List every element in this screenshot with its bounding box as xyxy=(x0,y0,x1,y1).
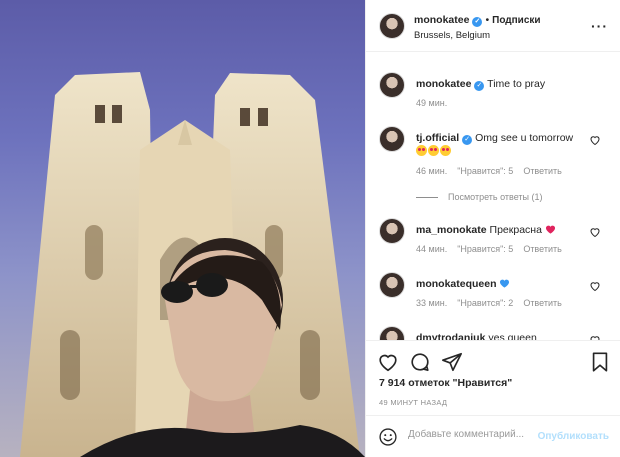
avatar[interactable] xyxy=(379,326,405,340)
cathedral-photo xyxy=(20,72,365,457)
emoji-smile-icon[interactable] xyxy=(378,427,398,447)
like-heart-icon[interactable] xyxy=(589,134,601,146)
comment-username[interactable]: dmytrodaniuk xyxy=(416,332,485,340)
verified-badge-icon: ✓ xyxy=(474,81,485,91)
separator-dot: • xyxy=(485,14,490,26)
comment-body: Omg see u tomorrow xyxy=(475,132,574,144)
instagram-post: monokatee ✓ • Подписки Brussels, Belgium ··… xyxy=(0,0,620,457)
post-timestamp[interactable]: 49 МИНУТ НАЗАД xyxy=(379,398,447,407)
post-header: monokatee ✓ • Подписки Brussels, Belgium ··… xyxy=(366,0,620,52)
verified-badge-icon: ✓ xyxy=(462,135,473,145)
verified-badge-icon: ✓ xyxy=(472,17,483,27)
reply-button[interactable]: Ответить xyxy=(523,244,561,254)
heart-eyes-emoji-icon xyxy=(440,145,451,156)
comment-body: yes queen xyxy=(488,332,537,340)
likes-count[interactable]: 7 914 отметок "Нравится" xyxy=(379,377,512,389)
avatar[interactable] xyxy=(379,126,405,152)
comment-time[interactable]: 44 мин. xyxy=(416,244,447,254)
comment-username[interactable]: ma_monokate xyxy=(416,224,487,236)
comment-composer: Опубликовать xyxy=(366,415,620,457)
share-send-icon[interactable] xyxy=(441,351,463,373)
comment-likes[interactable]: "Нравится": 5 xyxy=(457,166,513,176)
comment-meta: 49 мин. xyxy=(416,98,457,108)
like-heart-icon[interactable] xyxy=(377,351,399,373)
comment-bubble-icon[interactable] xyxy=(409,351,431,373)
comment-text: monokatequeen xyxy=(416,277,591,291)
comment-meta: 46 мин. "Нравится": 5 Ответить xyxy=(416,166,572,176)
red-heart-emoji-icon xyxy=(545,225,555,234)
view-replies-button[interactable]: Посмотреть ответы (1) xyxy=(416,192,543,202)
comment-username[interactable]: monokatee xyxy=(416,78,471,90)
avatar[interactable] xyxy=(379,218,405,244)
comment-time[interactable]: 33 мин. xyxy=(416,298,447,308)
comment-likes[interactable]: "Нравится": 5 xyxy=(457,244,513,254)
reply-button[interactable]: Ответить xyxy=(523,166,561,176)
post-sidebar: monokatee ✓ • Подписки Brussels, Belgium ··… xyxy=(365,0,620,457)
comment-input[interactable] xyxy=(408,429,538,440)
caption-text: monokatee ✓ Time to pray xyxy=(416,77,591,91)
comment-text: ma_monokate Прекрасна xyxy=(416,223,591,237)
location-link[interactable]: Brussels, Belgium xyxy=(414,30,490,41)
like-heart-icon[interactable] xyxy=(589,226,601,238)
comments-list[interactable]: monokatee ✓ Time to pray 49 мин. tj.offic… xyxy=(366,52,620,340)
reply-button[interactable]: Ответить xyxy=(523,298,561,308)
comment-username[interactable]: tj.official xyxy=(416,132,459,144)
comment-meta: 33 мин. "Нравится": 2 Ответить xyxy=(416,298,572,308)
heart-eyes-emoji-icon xyxy=(428,145,439,156)
header-username[interactable]: monokatee xyxy=(414,14,469,26)
avatar[interactable] xyxy=(379,272,405,298)
comment-body: Прекрасна xyxy=(489,224,542,236)
like-heart-icon[interactable] xyxy=(589,280,601,292)
follow-button[interactable]: Подписки xyxy=(492,15,540,26)
comment-likes[interactable]: "Нравится": 2 xyxy=(457,298,513,308)
avatar[interactable] xyxy=(379,72,405,98)
comment-time[interactable]: 49 мин. xyxy=(416,98,447,108)
publish-button[interactable]: Опубликовать xyxy=(538,431,609,442)
heart-eyes-emoji-icon xyxy=(416,145,427,156)
comment-meta: 44 мин. "Нравится": 5 Ответить xyxy=(416,244,572,254)
header-user-line: monokatee ✓ • Подписки xyxy=(414,14,541,27)
comment-text: tj.official ✓ Omg see u tomorrow xyxy=(416,131,591,159)
comment-time[interactable]: 46 мин. xyxy=(416,166,447,176)
bookmark-save-icon[interactable] xyxy=(589,351,611,373)
avatar[interactable] xyxy=(379,13,405,39)
more-horizontal-icon[interactable]: ··· xyxy=(591,18,608,34)
comment-username[interactable]: monokatequeen xyxy=(416,278,497,290)
comment-body: Time to pray xyxy=(487,78,546,90)
post-photo[interactable] xyxy=(0,0,365,457)
comment-text: dmytrodaniuk yes queen xyxy=(416,331,591,340)
blue-heart-emoji-icon xyxy=(500,279,510,288)
